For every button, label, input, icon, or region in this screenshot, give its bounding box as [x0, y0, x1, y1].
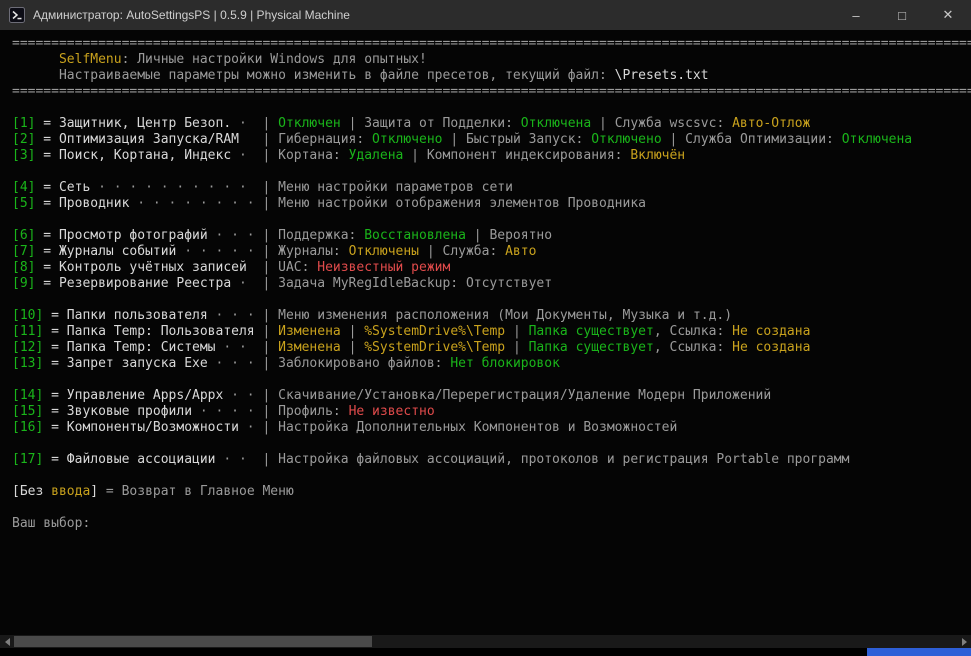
scrollbar-thumb[interactable]	[14, 636, 372, 647]
scroll-left-icon	[4, 637, 10, 646]
window-title: Администратор: AutoSettingsPS | 0.5.9 | …	[33, 8, 350, 22]
minimize-icon: –	[852, 7, 860, 23]
console-line: [13] = Запрет запуска Exe · · · | Заблок…	[12, 356, 560, 371]
scrollbar-track[interactable]	[14, 635, 957, 648]
console-line: [17] = Файловые ассоциации · · | Настрой…	[12, 452, 850, 467]
console-line: [1] = Защитник, Центр Безоп. · | Отключе…	[12, 116, 811, 131]
scroll-left-button[interactable]	[0, 635, 14, 648]
console-line: [4] = Сеть · · · · · · · · · · | Меню на…	[12, 180, 513, 195]
powershell-app-icon	[9, 7, 25, 23]
console-line: [6] = Просмотр фотографий · · · | Поддер…	[12, 228, 553, 243]
console-line: Ваш выбор:	[12, 516, 91, 531]
console-line: [Без ввода] = Возврат в Главное Меню	[12, 484, 294, 499]
console-line: [10] = Папки пользователя · · · | Меню и…	[12, 308, 733, 323]
console-line: [7] = Журналы событий · · · · · | Журнал…	[12, 244, 537, 259]
console-line: [15] = Звуковые профили · · · · | Профил…	[12, 404, 435, 419]
bottom-strip	[0, 648, 971, 656]
console-line: ========================================…	[12, 36, 971, 51]
close-button[interactable]: ✕	[925, 0, 971, 30]
titlebar[interactable]: Администратор: AutoSettingsPS | 0.5.9 | …	[0, 0, 971, 30]
console-output[interactable]: ========================================…	[0, 30, 971, 635]
console-line: [9] = Резервирование Реестра · | Задача …	[12, 276, 553, 291]
console-line: Настраиваемые параметры можно изменить в…	[12, 68, 709, 83]
console-line: [3] = Поиск, Кортана, Индекс · | Кортана…	[12, 148, 686, 163]
console-line: ========================================…	[12, 84, 971, 99]
console-line: SelfMenu: Личные настройки Windows для о…	[12, 52, 427, 67]
console-line: [12] = Папка Temp: Системы · · | Изменен…	[12, 340, 811, 355]
close-icon: ✕	[942, 7, 954, 22]
console-line: [8] = Контроль учётных записей | UAC: Не…	[12, 260, 451, 275]
console-line: [14] = Управление Apps/Appx · · | Скачив…	[12, 388, 772, 403]
console-line: [5] = Проводник · · · · · · · · | Меню н…	[12, 196, 646, 211]
scroll-right-icon	[961, 637, 967, 646]
console-line: [16] = Компоненты/Возможности · | Настро…	[12, 420, 678, 435]
scroll-right-button[interactable]	[957, 635, 971, 648]
horizontal-scrollbar[interactable]	[0, 635, 971, 648]
minimize-button[interactable]: –	[833, 0, 879, 30]
maximize-button[interactable]: □	[879, 0, 925, 30]
maximize-icon: □	[898, 7, 906, 23]
window-controls: – □ ✕	[833, 0, 971, 30]
taskbar-peek	[867, 648, 971, 656]
console-line: [2] = Оптимизация Запуска/RAM | Гибернац…	[12, 132, 913, 147]
console-line: [11] = Папка Temp: Пользователя | Измене…	[12, 324, 811, 339]
console-window: Администратор: AutoSettingsPS | 0.5.9 | …	[0, 0, 971, 656]
